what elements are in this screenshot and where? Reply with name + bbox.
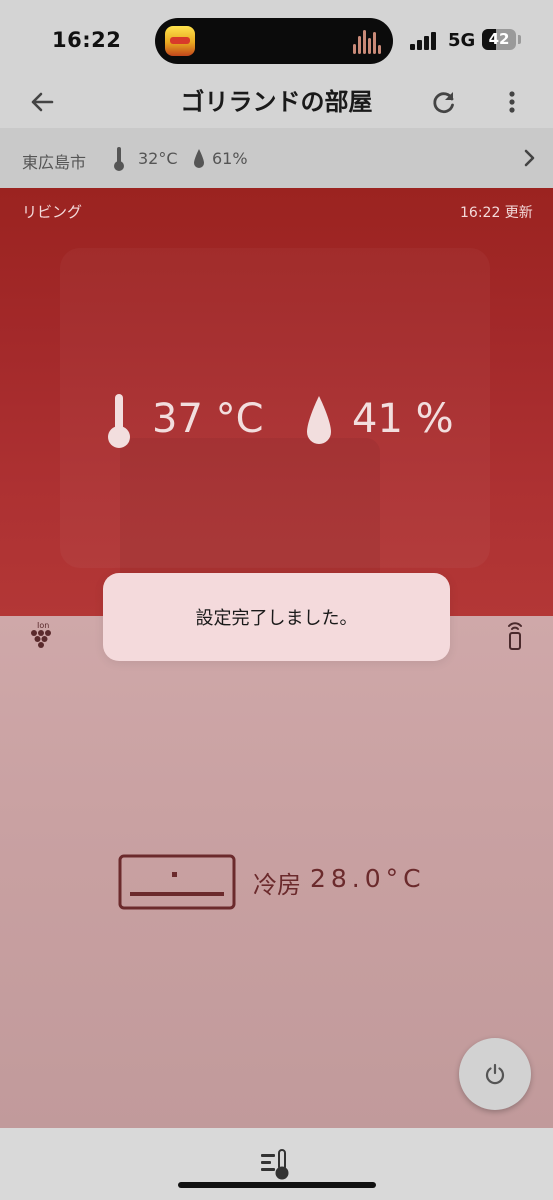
network-type: 5G bbox=[448, 30, 476, 51]
cellular-signal-icon bbox=[410, 32, 438, 50]
battery-icon: 42 bbox=[482, 29, 516, 50]
refresh-icon bbox=[433, 92, 454, 114]
aircon-mode: 冷房 bbox=[253, 871, 301, 899]
power-icon bbox=[485, 1063, 505, 1085]
aircon-setpoint: 28.0°C bbox=[310, 864, 426, 893]
chevron-right-icon bbox=[524, 149, 535, 167]
page-title: ゴリランドの部屋 bbox=[180, 88, 373, 116]
aircon-panel: Ion 冷房 28.0°C bbox=[0, 616, 553, 1128]
air-conditioner-icon bbox=[118, 854, 236, 910]
humidity-drop-icon bbox=[307, 396, 331, 444]
temperature-settings-button[interactable] bbox=[259, 1148, 295, 1180]
now-playing-app-icon bbox=[165, 26, 195, 56]
arrow-left-icon bbox=[31, 92, 54, 112]
last-updated: 16:22 更新 bbox=[460, 205, 533, 221]
refresh-button[interactable] bbox=[428, 86, 460, 118]
room-status-panel: リビング 16:22 更新 37 °C 41 % bbox=[0, 188, 553, 616]
city-name: 東広島市 bbox=[22, 153, 87, 172]
status-bar: 16:22 5G 42 bbox=[0, 0, 553, 80]
ion-icon: Ion bbox=[31, 621, 51, 648]
home-indicator[interactable] bbox=[178, 1182, 376, 1188]
room-temperature: 37 °C bbox=[152, 396, 264, 442]
battery-percent: 42 bbox=[488, 30, 510, 48]
power-button[interactable] bbox=[459, 1038, 531, 1110]
thermometer-icon bbox=[114, 147, 124, 171]
humidity-drop-icon bbox=[194, 149, 204, 168]
audio-waveform-icon bbox=[353, 28, 381, 54]
more-options-button[interactable] bbox=[498, 86, 526, 118]
toast-notification: 設定完了しました。 bbox=[103, 573, 450, 661]
outdoor-temperature: 32°C bbox=[138, 149, 178, 168]
dynamic-island[interactable] bbox=[155, 18, 393, 64]
more-vertical-icon bbox=[509, 91, 515, 113]
back-button[interactable] bbox=[26, 86, 58, 118]
room-humidity: 41 % bbox=[352, 396, 454, 442]
temperature-settings-icon bbox=[261, 1149, 289, 1180]
toast-message: 設定完了しました。 bbox=[195, 608, 358, 629]
outdoor-weather-bar[interactable]: 東広島市 32°C 61% bbox=[0, 128, 553, 188]
remote-icon[interactable] bbox=[505, 620, 525, 650]
app-header: ゴリランドの部屋 bbox=[0, 80, 553, 128]
outdoor-humidity: 61% bbox=[212, 149, 248, 168]
battery-cap bbox=[518, 35, 521, 44]
status-time: 16:22 bbox=[52, 28, 122, 52]
svg-text:Ion: Ion bbox=[37, 621, 49, 630]
room-name: リビング bbox=[22, 203, 83, 221]
thermometer-icon bbox=[108, 394, 130, 448]
bottom-bar bbox=[0, 1128, 553, 1200]
